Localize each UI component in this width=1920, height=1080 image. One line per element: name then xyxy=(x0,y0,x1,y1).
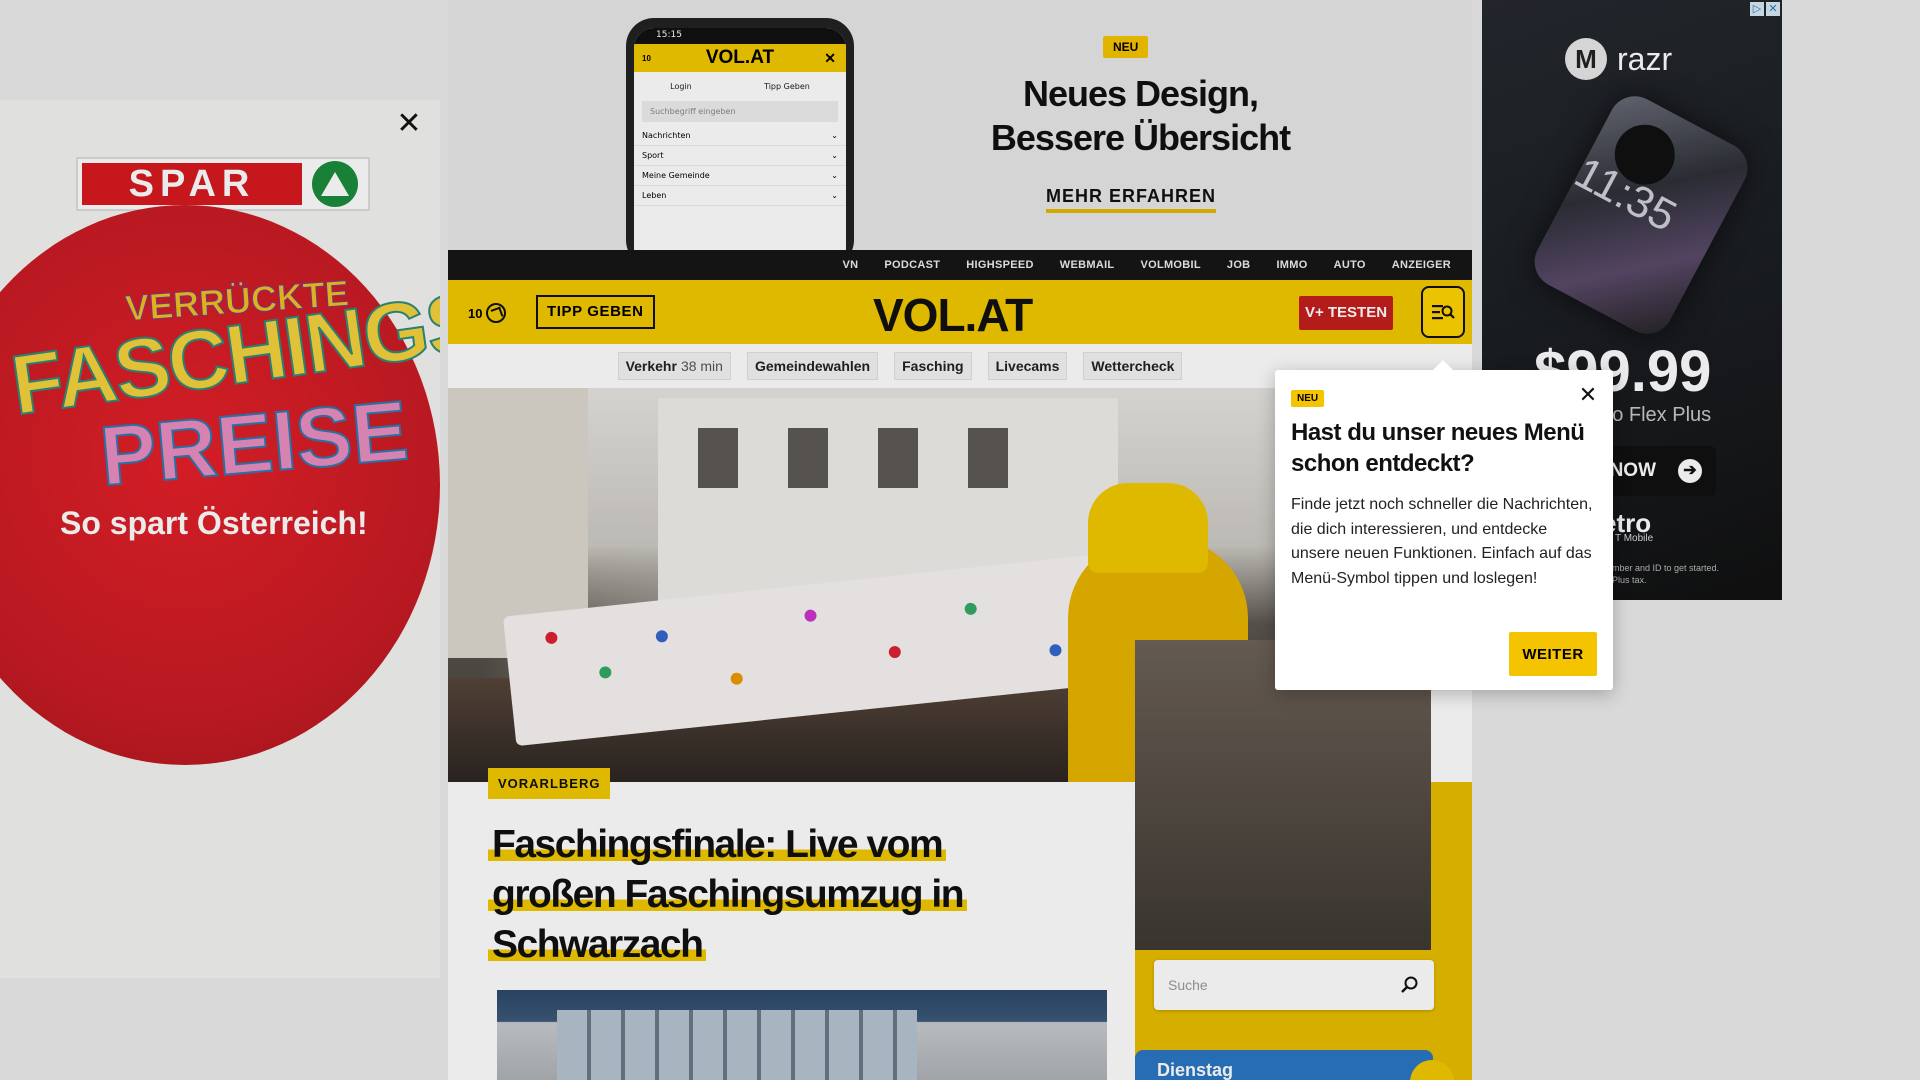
phone-tipp: Tipp Geben xyxy=(764,82,810,91)
new-badge: NEU xyxy=(1103,36,1149,58)
top-banner-ad[interactable]: 15:15 10 VOL.AT ✕ Login Tipp Geben Suchb… xyxy=(448,0,1472,250)
hero-window xyxy=(968,428,1008,488)
article-thumbnail[interactable] xyxy=(497,990,1107,1080)
phone-logo: VOL.AT xyxy=(705,47,775,68)
topnav-immo[interactable]: IMMO xyxy=(1263,259,1320,271)
phone-screen: 15:15 10 VOL.AT ✕ Login Tipp Geben Suchb… xyxy=(634,28,846,250)
popup-new-badge: NEU xyxy=(1291,390,1325,407)
motorola-icon: M xyxy=(1565,38,1607,80)
spar-tree-icon xyxy=(312,161,358,207)
phone-search: Suchbegriff eingeben xyxy=(642,101,838,122)
razr-model: tro Flex Plus xyxy=(1600,404,1712,426)
chip-livecams[interactable]: Livecams xyxy=(987,352,1068,380)
shop-now-label: NOW xyxy=(1609,460,1656,481)
popup-close-icon[interactable]: ✕ xyxy=(1577,385,1599,408)
vplus-testen-button[interactable]: V+ TESTEN xyxy=(1299,296,1393,330)
site-header: 10 TIPP GEBEN VOL.AT V+ TESTEN xyxy=(448,280,1472,344)
popup-title: Hast du unser neues Menü schon entdeckt? xyxy=(1291,419,1585,477)
search-icon[interactable] xyxy=(1400,975,1420,995)
chip-gemeindewahlen[interactable]: Gemeindewahlen xyxy=(746,352,879,380)
ad-close-icon[interactable]: ✕ xyxy=(1766,2,1780,16)
phone-menu-item: Leben ⌄ xyxy=(634,186,846,206)
top-nav: VN PODCAST HIGHSPEED WEBMAIL VOLMOBIL JO… xyxy=(448,250,1472,280)
notification-count: 10 xyxy=(468,305,483,321)
adchoices-icon[interactable]: ▷ xyxy=(1750,2,1764,16)
phone-menu: Nachrichten ⌄ Sport ⌄ Meine Gemeinde ⌄ Lebe… xyxy=(634,126,846,206)
hero-window xyxy=(878,428,918,488)
search-input[interactable] xyxy=(1168,977,1400,993)
chip-verkehr-value: 38 min xyxy=(680,358,723,374)
tipp-geben-button[interactable]: TIPP GEBEN xyxy=(536,295,655,329)
arrow-right-icon: ➔ xyxy=(1678,459,1702,483)
phone-header: 10 VOL.AT ✕ xyxy=(634,44,846,72)
spar-logo: SPAR xyxy=(76,157,370,211)
adchoices[interactable]: ▷ ✕ xyxy=(1750,2,1780,16)
topnav-anzeiger[interactable]: ANZEIGER xyxy=(1379,259,1464,271)
menu-search-button[interactable] xyxy=(1421,286,1465,338)
article-headline[interactable]: Faschingsfinale: Live vom großen Faschin… xyxy=(488,820,1048,970)
hero-hat xyxy=(1088,483,1208,573)
phone-actions: Login Tipp Geben xyxy=(634,72,846,97)
gauge-icon xyxy=(486,303,507,323)
headline-line: Faschingsfinale: Live vom xyxy=(488,823,947,866)
phone-close-icon: ✕ xyxy=(824,49,836,66)
phone-status-time: 15:15 xyxy=(634,28,846,44)
phone-menu-item: Sport ⌄ xyxy=(634,146,846,166)
day-card[interactable]: Dienstag xyxy=(1135,1050,1433,1080)
chip-verkehr-label: Verkehr xyxy=(625,358,677,374)
spar-brand-text: SPAR xyxy=(82,163,302,205)
topnav-webmail[interactable]: WEBMAIL xyxy=(1047,259,1128,271)
topnav-podcast[interactable]: PODCAST xyxy=(871,259,953,271)
razr-logo: M razr xyxy=(1565,38,1672,80)
close-ad-icon[interactable]: ✕ xyxy=(395,109,423,139)
fine-print: mber and ID to get started. Plus tax. xyxy=(1612,563,1720,585)
chip-fasching[interactable]: Fasching xyxy=(894,352,972,380)
topnav-volmobil[interactable]: VOLMOBIL xyxy=(1127,259,1213,271)
phone-menu-item: Meine Gemeinde ⌄ xyxy=(634,166,846,186)
category-tag[interactable]: VORARLBERG xyxy=(488,768,611,799)
day-label: Dienstag xyxy=(1157,1060,1234,1080)
phone-login: Login xyxy=(670,82,692,91)
new-menu-popup: NEU ✕ Hast du unser neues Menü schon ent… xyxy=(1275,360,1613,690)
sidebar-search xyxy=(1154,960,1434,1010)
spar-ad[interactable]: SPAR VERRÜCKTE FASCHINGS PREISE So spart… xyxy=(0,100,440,978)
topnav-vn[interactable]: VN xyxy=(830,259,872,271)
chip-verkehr[interactable]: Verkehr 38 min xyxy=(617,352,731,380)
tmobile-label: T Mobile xyxy=(1615,533,1654,544)
popup-text: Finde jetzt noch schneller die Nachricht… xyxy=(1291,496,1593,587)
razr-brand: razr xyxy=(1617,40,1673,77)
headline-line: Schwarzach xyxy=(488,923,707,966)
notification-counter[interactable]: 10 xyxy=(468,303,507,323)
phone-count: 10 xyxy=(642,53,651,63)
phone-mockup: 15:15 10 VOL.AT ✕ Login Tipp Geben Suchb… xyxy=(626,18,854,250)
phone-menu-item: Nachrichten ⌄ xyxy=(634,126,846,146)
banner-title: Neues Design, Bessere Übersicht xyxy=(990,73,1291,158)
headline-line: großen Faschingsumzug in xyxy=(488,873,968,916)
chip-wettercheck[interactable]: Wettercheck xyxy=(1083,352,1183,380)
topnav-auto[interactable]: AUTO xyxy=(1321,259,1379,271)
topnav-highspeed[interactable]: HIGHSPEED xyxy=(953,259,1047,271)
hero-window xyxy=(698,428,738,488)
mehr-erfahren-link[interactable]: MEHR ERFAHREN xyxy=(1046,186,1217,213)
topnav-job[interactable]: JOB xyxy=(1214,259,1264,271)
hero-window xyxy=(788,428,828,488)
spar-tagline: So spart Österreich! xyxy=(60,505,368,541)
menu-search-icon xyxy=(1432,305,1455,320)
site-logo[interactable]: VOL.AT xyxy=(873,288,1033,342)
weiter-button[interactable]: WEITER xyxy=(1509,632,1597,676)
